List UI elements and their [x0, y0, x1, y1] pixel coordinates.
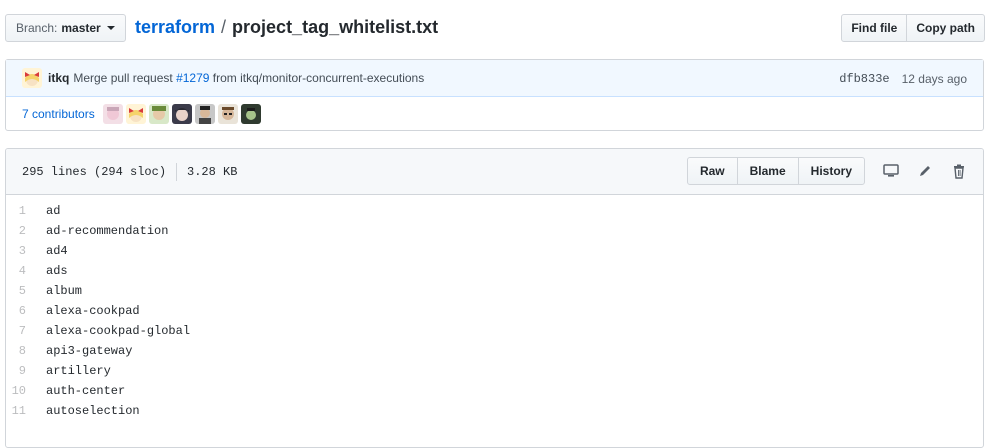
- code-blob: 1 ad 2 ad-recommendation 3 ad4 4 ads 5 album …: [6, 195, 983, 421]
- line-content: ad: [46, 204, 61, 218]
- line-number[interactable]: 4: [6, 264, 46, 278]
- line-content: album: [46, 284, 83, 298]
- line-number[interactable]: 11: [6, 404, 46, 418]
- blame-button[interactable]: Blame: [736, 157, 799, 185]
- code-line: 11 autoselection: [6, 401, 983, 421]
- line-content: auth-center: [46, 384, 126, 398]
- file-actions: Raw Blame History: [686, 157, 967, 185]
- commit-message-prefix: Merge pull request: [73, 71, 173, 85]
- contributor-avatar[interactable]: [125, 104, 146, 124]
- commit-tease: itkq Merge pull request #1279 from itkq/…: [5, 59, 984, 131]
- commit-sha-link[interactable]: dfb833e: [839, 72, 889, 86]
- contributors-row: 7 contributors: [6, 97, 983, 131]
- line-content: ad4: [46, 244, 68, 258]
- contributor-avatar[interactable]: [148, 104, 169, 124]
- trash-icon[interactable]: [951, 163, 967, 179]
- file-viewer: 295 lines (294 sloc) 3.28 KB Raw Blame H…: [5, 148, 984, 448]
- caret-down-icon: [106, 26, 115, 30]
- contributors-link[interactable]: 7 contributors: [22, 107, 95, 121]
- raw-button[interactable]: Raw: [686, 157, 738, 185]
- commit-message-suffix: from itkq/monitor-concurrent-executions: [212, 71, 425, 85]
- code-line: 1 ad: [6, 201, 983, 221]
- line-number[interactable]: 6: [6, 304, 46, 318]
- contributor-avatars: [102, 104, 261, 124]
- history-button[interactable]: History: [797, 157, 865, 185]
- code-line: 4 ads: [6, 261, 983, 281]
- file-nav-buttons: Find file Copy path: [841, 14, 985, 42]
- commit-author[interactable]: itkq: [48, 71, 69, 85]
- commit-meta: dfb833e 12 days ago: [839, 60, 967, 97]
- file-size: 3.28 KB: [187, 164, 238, 179]
- file-line-count: 295 lines (294 sloc): [22, 164, 167, 179]
- contributor-avatar[interactable]: [102, 104, 123, 124]
- branch-name: master: [61, 21, 101, 35]
- line-number[interactable]: 7: [6, 324, 46, 338]
- line-number[interactable]: 1: [6, 204, 46, 218]
- line-content: ad-recommendation: [46, 224, 169, 238]
- code-line: 7 alexa-cookpad-global: [6, 321, 983, 341]
- pencil-icon[interactable]: [917, 163, 933, 179]
- contributor-avatar[interactable]: [240, 104, 261, 124]
- contributor-avatar[interactable]: [171, 104, 192, 124]
- line-number[interactable]: 2: [6, 224, 46, 238]
- code-line: 8 api3-gateway: [6, 341, 983, 361]
- line-content: alexa-cookpad: [46, 304, 140, 318]
- code-line: 6 alexa-cookpad: [6, 301, 983, 321]
- line-number[interactable]: 8: [6, 344, 46, 358]
- find-file-button[interactable]: Find file: [841, 14, 908, 42]
- line-content: alexa-cookpad-global: [46, 324, 191, 338]
- line-number[interactable]: 3: [6, 244, 46, 258]
- header-divider: [176, 162, 178, 181]
- line-content: artillery: [46, 364, 111, 378]
- contributor-avatar[interactable]: [217, 104, 238, 124]
- author-avatar[interactable]: [22, 68, 42, 88]
- line-number[interactable]: 10: [6, 384, 46, 398]
- line-number[interactable]: 9: [6, 364, 46, 378]
- code-line: 10 auth-center: [6, 381, 983, 401]
- line-content: api3-gateway: [46, 344, 133, 358]
- line-number[interactable]: 5: [6, 284, 46, 298]
- code-line: 9 artillery: [6, 361, 983, 381]
- branch-prefix: Branch:: [16, 21, 58, 35]
- line-content: autoselection: [46, 404, 140, 418]
- latest-commit: itkq Merge pull request #1279 from itkq/…: [6, 60, 983, 97]
- branch-select-button[interactable]: Branch: master: [5, 14, 126, 42]
- code-line: 2 ad-recommendation: [6, 221, 983, 241]
- repo-link[interactable]: terraform: [135, 17, 215, 38]
- contributor-avatar[interactable]: [194, 104, 215, 124]
- breadcrumb-separator: /: [221, 17, 227, 37]
- copy-path-button[interactable]: Copy path: [906, 14, 985, 42]
- commit-time: 12 days ago: [901, 71, 967, 86]
- commit-message[interactable]: Merge pull request #1279 from itkq/monit…: [73, 71, 424, 85]
- line-content: ads: [46, 264, 68, 278]
- code-line: 5 album: [6, 281, 983, 301]
- file-header: 295 lines (294 sloc) 3.28 KB Raw Blame H…: [6, 149, 983, 195]
- file-navigation: Branch: master terraform / project_tag_w…: [5, 14, 985, 43]
- file-name: project_tag_whitelist.txt: [232, 17, 439, 37]
- breadcrumb: terraform / project_tag_whitelist.txt: [135, 17, 438, 38]
- pull-request-link[interactable]: #1279: [176, 71, 209, 85]
- desktop-icon[interactable]: [883, 163, 899, 179]
- code-line: 3 ad4: [6, 241, 983, 261]
